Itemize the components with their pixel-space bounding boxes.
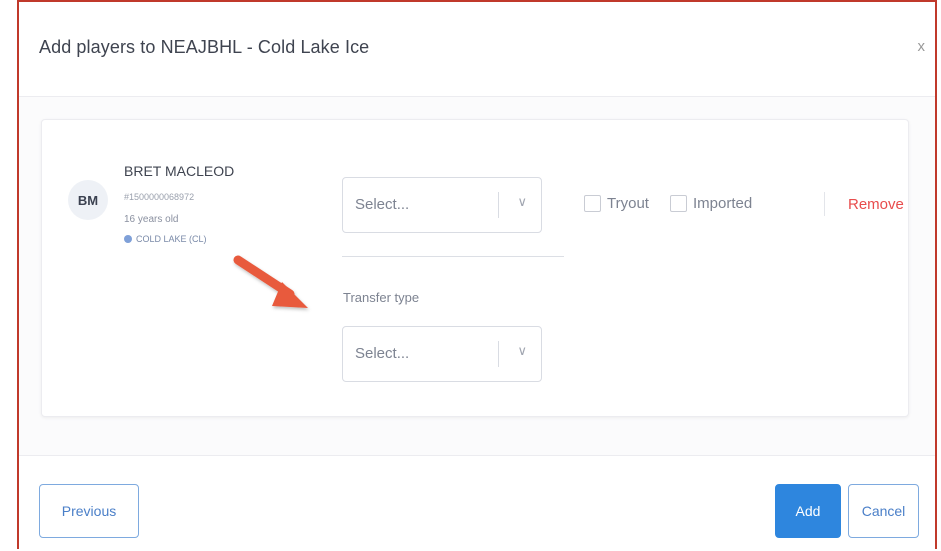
chevron-down-icon: ∨: [517, 343, 527, 358]
imported-label: Imported: [693, 195, 753, 212]
location-pin-icon: [124, 235, 132, 243]
imported-checkbox[interactable]: [670, 195, 687, 212]
chevron-down-icon: ∨: [517, 194, 527, 209]
select-separator: [498, 341, 499, 367]
transfer-type-select[interactable]: Select... ∨: [342, 326, 542, 382]
player-club: COLD LAKE (CL): [124, 234, 207, 244]
select-separator: [498, 192, 499, 218]
tryout-label: Tryout: [607, 195, 649, 212]
player-club-label: COLD LAKE (CL): [136, 234, 207, 244]
position-select[interactable]: Select... ∨: [342, 177, 542, 233]
player-card: BM BRET MACLEOD #1500000068972 16 years …: [41, 119, 909, 417]
player-age: 16 years old: [124, 214, 179, 225]
avatar: BM: [68, 180, 108, 220]
imported-checkbox-group[interactable]: Imported: [670, 195, 752, 212]
player-name: BRET MACLEOD: [124, 163, 235, 179]
modal-footer: Previous Add Cancel: [19, 455, 935, 549]
previous-button[interactable]: Previous: [39, 484, 139, 538]
annotation-arrow-icon: [233, 255, 308, 308]
modal-dialog: Add players to NEAJBHL - Cold Lake Ice x…: [17, 0, 937, 549]
remove-separator: [824, 192, 825, 216]
add-button[interactable]: Add: [775, 484, 841, 538]
field-divider: [342, 256, 564, 257]
tryout-checkbox[interactable]: [584, 195, 601, 212]
modal-title: Add players to NEAJBHL - Cold Lake Ice: [39, 37, 370, 57]
modal-body: BM BRET MACLEOD #1500000068972 16 years …: [19, 97, 935, 455]
position-select-placeholder: Select...: [355, 196, 410, 213]
modal-header: Add players to NEAJBHL - Cold Lake Ice x: [19, 2, 935, 97]
transfer-type-label: Transfer type: [343, 290, 420, 305]
close-icon[interactable]: x: [918, 38, 926, 55]
transfer-type-select-placeholder: Select...: [355, 345, 410, 362]
player-id: #1500000068972: [124, 192, 195, 202]
cancel-button[interactable]: Cancel: [848, 484, 919, 538]
remove-button[interactable]: Remove: [848, 196, 904, 213]
tryout-checkbox-group[interactable]: Tryout: [584, 195, 649, 212]
